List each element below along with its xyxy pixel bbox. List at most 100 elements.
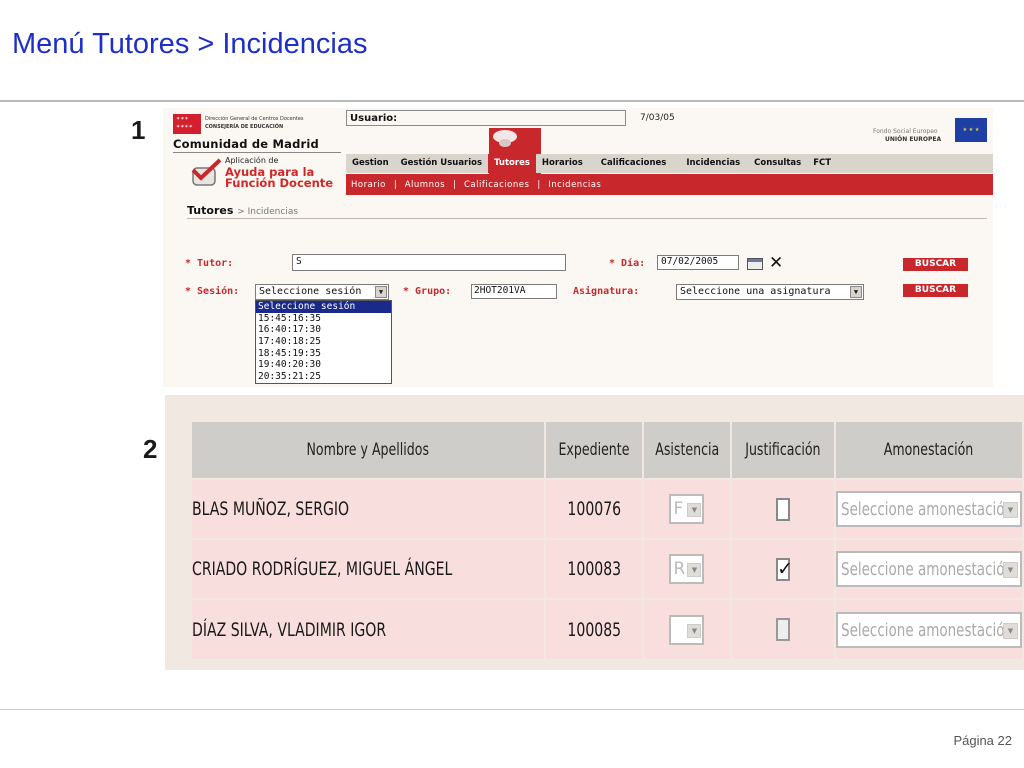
submenu-separator: |	[537, 179, 541, 190]
sesion-option[interactable]: 20:35:21:25	[256, 371, 391, 383]
eu-label: UNIÓN EUROPEA	[885, 136, 942, 143]
brand-name: Comunidad de Madrid	[173, 137, 319, 151]
sesion-option[interactable]: 16:40:17:30	[256, 324, 391, 336]
asignatura-select[interactable]: Seleccione una asignatura ▼	[676, 284, 864, 300]
clear-date-icon[interactable]: ✕	[769, 253, 783, 273]
madrid-flag-icon: ✶✶✶ ✶✶✶✶	[173, 114, 201, 134]
sesion-option[interactable]: Seleccione sesión	[256, 301, 391, 313]
screenshot-attendance-table: Nombre y Apellidos Expediente Asistencia…	[165, 395, 1024, 670]
submenu-separator: |	[393, 179, 397, 190]
slide-title: Menú Tutores > Incidencias	[12, 28, 368, 60]
bottom-divider	[0, 709, 1024, 710]
justificacion-checkbox[interactable]	[776, 618, 791, 641]
col-header-amonestacion: Amonestación	[834, 422, 1024, 479]
asistencia-select[interactable]: F ▼	[669, 494, 705, 524]
breadcrumb-root[interactable]: Tutores	[187, 204, 233, 217]
grupo-input[interactable]: 2HOT201VA	[471, 284, 557, 299]
main-menu: Gestion Gestión Usuarios Tutores Horario…	[346, 154, 993, 173]
sesion-option[interactable]: 18:45:19:35	[256, 348, 391, 360]
breadcrumb: Tutores > Incidencias	[187, 204, 298, 217]
dia-input[interactable]: 07/02/2005	[657, 255, 739, 270]
menu-fct[interactable]: FCT	[807, 154, 837, 173]
chevron-down-icon: ▼	[1002, 622, 1018, 639]
tutor-label: * Tutor:	[185, 258, 234, 269]
amonestacion-cell: Seleccione amonestación ▼	[834, 598, 1024, 659]
sesion-label: * Sesión:	[185, 286, 240, 297]
sesion-selected-value: Seleccione sesión	[259, 286, 362, 297]
justificacion-cell	[731, 538, 836, 599]
dia-label: * Día:	[609, 258, 646, 269]
asistencia-select[interactable]: ▼	[669, 614, 705, 645]
buscar-button-1[interactable]: BUSCAR	[903, 258, 968, 271]
menu-horarios[interactable]: Horarios	[536, 154, 589, 173]
sesion-option[interactable]: 15:45:16:35	[256, 313, 391, 325]
student-expediente: 100076	[544, 478, 644, 539]
student-name: DÍAZ SILVA, VLADIMIR IGOR	[192, 598, 546, 659]
top-divider	[0, 100, 1024, 102]
asistencia-cell: ▼	[642, 598, 733, 659]
col-header-expediente: Expediente	[544, 422, 644, 479]
buscar-button-2[interactable]: BUSCAR	[903, 284, 968, 297]
page-number: Página 22	[953, 733, 1012, 748]
user-label: Usuario:	[350, 113, 398, 124]
col-header-asistencia: Asistencia	[642, 422, 733, 479]
justificacion-cell	[731, 598, 836, 659]
sesion-option[interactable]: 17:40:18:25	[256, 336, 391, 348]
breadcrumb-current: > Incidencias	[237, 207, 299, 217]
submenu-separator: |	[453, 179, 456, 190]
chevron-down-icon: ▼	[1002, 502, 1018, 518]
calendar-icon[interactable]	[747, 258, 763, 270]
submenu-calificaciones[interactable]: Calificaciones	[464, 180, 529, 190]
screenshot-incidencias-form: ✶✶✶ ✶✶✶✶ Dirección General de Centros Doc…	[163, 108, 993, 387]
chevron-down-icon: ▼	[687, 563, 702, 577]
sesion-select[interactable]: Seleccione sesión ▼	[255, 284, 389, 300]
asistencia-cell: F ▼	[642, 478, 733, 539]
justificacion-checkbox[interactable]	[776, 557, 793, 581]
menu-consultas[interactable]: Consultas	[748, 154, 807, 173]
app-checkmark-icon	[191, 158, 222, 186]
grupo-label: * Grupo:	[403, 286, 452, 297]
app-name-line2: Función Docente	[225, 176, 334, 190]
asignatura-label: Asignatura:	[573, 286, 640, 297]
amonestacion-cell: Seleccione amonestación ▼	[834, 478, 1024, 539]
justificacion-checkbox[interactable]	[776, 497, 791, 521]
col-header-justificacion: Justificación	[731, 422, 836, 479]
menu-incidencias[interactable]: Incidencias	[678, 154, 748, 173]
asistencia-select[interactable]: R ▼	[669, 554, 705, 584]
student-name: BLAS MUÑOZ, SERGIO	[192, 478, 546, 539]
menu-tutores[interactable]: Tutores	[488, 154, 536, 173]
table-row: DÍAZ SILVA, VLADIMIR IGOR 100085 ▼ Selec…	[192, 598, 1024, 659]
menu-gestion-usuarios[interactable]: Gestión Usuarios	[395, 154, 488, 173]
menu-gestion[interactable]: Gestion	[346, 154, 395, 173]
submenu-incidencias[interactable]: Incidencias	[548, 180, 601, 190]
student-expediente: 100083	[544, 538, 644, 599]
chevron-down-icon: ▼	[687, 503, 702, 517]
student-expediente: 100085	[544, 598, 644, 659]
tutor-input[interactable]: S	[292, 254, 566, 271]
chevron-down-icon: ▼	[687, 623, 702, 638]
menu-calificaciones[interactable]: Calificaciones	[589, 154, 679, 173]
attendance-table: Nombre y Apellidos Expediente Asistencia…	[192, 422, 1024, 659]
asignatura-selected-value: Seleccione una asignatura	[680, 286, 831, 297]
brand-block: ✶✶✶ ✶✶✶✶ Dirección General de Centros Doc…	[171, 111, 343, 155]
student-name: CRIADO RODRÍGUEZ, MIGUEL ÁNGEL	[192, 538, 546, 599]
step-number-2: 2	[143, 434, 158, 464]
submenu-horario[interactable]: Horario	[351, 180, 386, 190]
amonestacion-select[interactable]: Seleccione amonestación ▼	[835, 491, 1022, 527]
chevron-down-icon[interactable]: ▼	[375, 286, 387, 298]
table-row: BLAS MUÑOZ, SERGIO 100076 F ▼ Seleccione …	[192, 478, 1024, 539]
justificacion-cell	[731, 478, 836, 539]
breadcrumb-divider	[187, 218, 987, 219]
fse-label: Fondo Social Europeo	[873, 128, 938, 135]
asistencia-cell: R ▼	[642, 538, 733, 599]
chevron-down-icon[interactable]: ▼	[850, 286, 862, 298]
eu-flag-icon: ★ ★ ★	[955, 118, 987, 142]
table-row: CRIADO RODRÍGUEZ, MIGUEL ÁNGEL 100083 R ▼…	[192, 538, 1024, 599]
sesion-option[interactable]: 19:40:20:30	[256, 359, 391, 371]
amonestacion-select[interactable]: Seleccione amonestación ▼	[835, 611, 1022, 648]
amonestacion-select[interactable]: Seleccione amonestación ▼	[835, 551, 1022, 587]
submenu-alumnos[interactable]: Alumnos	[405, 180, 445, 190]
app-name-small: Aplicación de	[225, 156, 279, 165]
col-header-nombre: Nombre y Apellidos	[192, 422, 546, 479]
sesion-dropdown-list: Seleccione sesión 15:45:16:35 16:40:17:3…	[255, 300, 392, 384]
